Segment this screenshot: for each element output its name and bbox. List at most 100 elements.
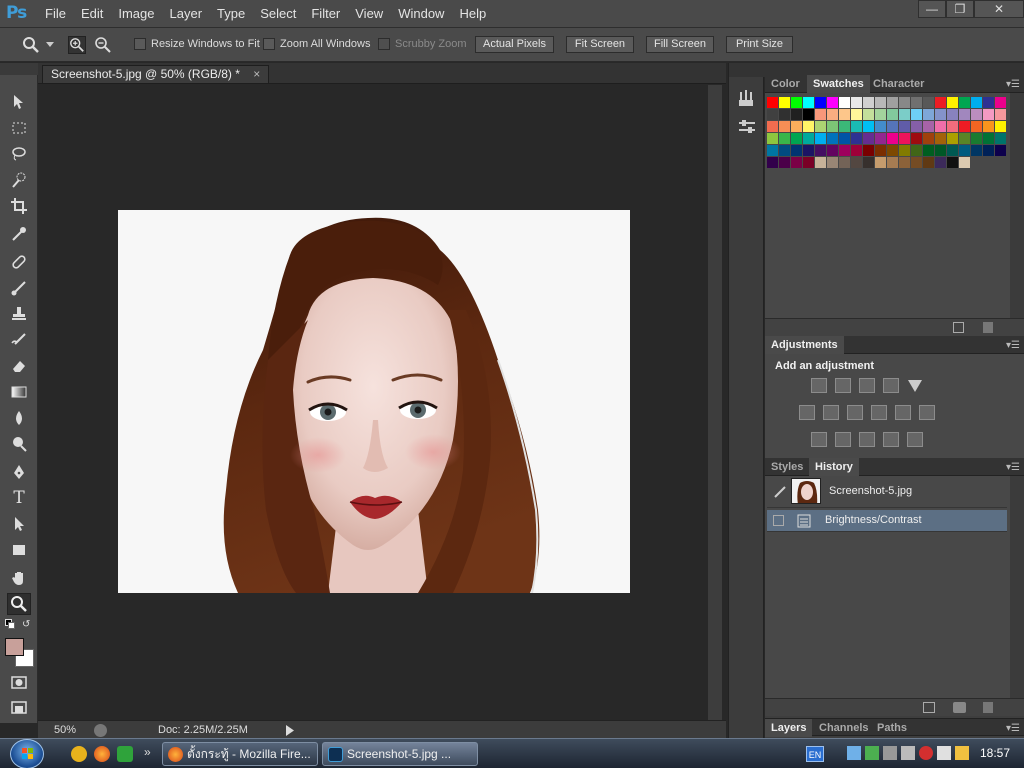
color-swatch[interactable] (911, 97, 922, 108)
threshold-icon[interactable] (859, 432, 875, 447)
color-swatch[interactable] (983, 97, 994, 108)
tool-presets-icon[interactable] (737, 117, 757, 137)
hue-saturation-icon[interactable] (799, 405, 815, 420)
color-swatch[interactable] (983, 121, 994, 132)
zoom-all-checkbox[interactable]: Zoom All Windows (263, 38, 370, 50)
color-swatch[interactable] (899, 97, 910, 108)
chat-app-icon[interactable] (117, 746, 133, 762)
vibrance-icon[interactable] (907, 378, 923, 393)
system-clock[interactable]: 18:57 (980, 746, 1010, 760)
brightness-contrast-icon[interactable] (811, 378, 827, 393)
color-swatch[interactable] (767, 121, 778, 132)
color-swatch[interactable] (935, 121, 946, 132)
color-swatch[interactable] (983, 109, 994, 120)
tray-app-icon[interactable] (883, 746, 897, 760)
color-swatch[interactable] (971, 109, 982, 120)
color-swatch[interactable] (803, 133, 814, 144)
color-swatch[interactable] (851, 97, 862, 108)
color-swatch[interactable] (863, 157, 874, 168)
new-swatch-icon[interactable] (953, 322, 964, 333)
color-swatch[interactable] (935, 145, 946, 156)
lasso-tool-icon[interactable] (7, 143, 31, 165)
fill-screen-button[interactable]: Fill Screen (646, 36, 714, 53)
move-tool-icon[interactable] (7, 91, 31, 113)
swap-colors-icon[interactable]: ↺ (22, 619, 30, 630)
dock-header[interactable] (729, 63, 765, 77)
color-swatch[interactable] (839, 157, 850, 168)
black-white-icon[interactable] (847, 405, 863, 420)
history-step-row[interactable]: Brightness/Contrast (767, 510, 1007, 532)
color-swatch[interactable] (851, 145, 862, 156)
selective-color-icon[interactable] (883, 432, 899, 447)
color-swatch[interactable] (995, 133, 1006, 144)
toolbox-header[interactable] (0, 63, 38, 75)
color-swatch[interactable] (827, 145, 838, 156)
color-swatch[interactable] (767, 133, 778, 144)
color-swatch[interactable] (767, 145, 778, 156)
color-swatch[interactable] (911, 121, 922, 132)
color-swatch[interactable] (983, 145, 994, 156)
color-swatch[interactable] (839, 133, 850, 144)
menu-window[interactable]: Window (398, 6, 444, 21)
close-tab-icon[interactable]: × (253, 67, 260, 81)
fit-screen-button[interactable]: Fit Screen (566, 36, 634, 53)
panel-menu-icon[interactable]: ▾☰ (1006, 723, 1020, 734)
posterize-icon[interactable] (835, 432, 851, 447)
color-swatch[interactable] (923, 121, 934, 132)
checkbox-box[interactable] (263, 38, 275, 50)
color-swatch[interactable] (995, 145, 1006, 156)
quick-mask-icon[interactable] (7, 671, 31, 693)
avast-icon[interactable] (71, 746, 87, 762)
color-swatch[interactable] (803, 109, 814, 120)
color-swatch[interactable] (803, 97, 814, 108)
color-swatch[interactable] (887, 157, 898, 168)
healing-brush-tool-icon[interactable] (7, 251, 31, 273)
tray-app-icon[interactable] (919, 746, 933, 760)
color-swatch[interactable] (971, 133, 982, 144)
image-canvas[interactable] (118, 210, 630, 593)
panel-menu-icon[interactable]: ▾☰ (1006, 340, 1020, 351)
menu-type[interactable]: Type (217, 6, 245, 21)
color-swatch[interactable] (779, 109, 790, 120)
menu-layer[interactable]: Layer (170, 6, 203, 21)
color-swatch[interactable] (875, 145, 886, 156)
color-swatch[interactable] (947, 121, 958, 132)
crop-tool-icon[interactable] (7, 195, 31, 217)
tab-paths[interactable]: Paths (871, 719, 913, 737)
foreground-color-swatch[interactable] (5, 638, 24, 656)
color-swatch[interactable] (899, 109, 910, 120)
color-swatch[interactable] (827, 121, 838, 132)
color-swatch[interactable] (851, 109, 862, 120)
menu-edit[interactable]: Edit (81, 6, 103, 21)
color-swatch[interactable] (947, 145, 958, 156)
minimize-button[interactable]: — (918, 0, 946, 18)
checkbox-box[interactable] (134, 38, 146, 50)
tab-styles[interactable]: Styles (765, 458, 809, 476)
panel-menu-icon[interactable]: ▾☰ (1006, 462, 1020, 473)
print-size-button[interactable]: Print Size (726, 36, 793, 53)
color-swatch[interactable] (851, 157, 862, 168)
network-icon[interactable] (847, 746, 861, 760)
history-state-checkbox[interactable] (773, 515, 784, 526)
menu-help[interactable]: Help (459, 6, 486, 21)
color-swatch[interactable] (899, 157, 910, 168)
document-tab[interactable]: Screenshot-5.jpg @ 50% (RGB/8) * × (42, 65, 270, 83)
exposure-icon[interactable] (883, 378, 899, 393)
color-swatch[interactable] (887, 121, 898, 132)
volume-icon[interactable] (937, 746, 951, 760)
color-swatch[interactable] (779, 157, 790, 168)
color-swatch[interactable] (935, 157, 946, 168)
color-swatch[interactable] (995, 97, 1006, 108)
type-tool-icon[interactable]: T (7, 487, 31, 509)
color-swatch[interactable] (887, 145, 898, 156)
color-swatch[interactable] (803, 157, 814, 168)
color-swatch[interactable] (875, 133, 886, 144)
tray-app-icon[interactable] (955, 746, 969, 760)
tab-layers[interactable]: Layers (765, 719, 813, 737)
blur-tool-icon[interactable] (7, 407, 31, 429)
color-swatch[interactable] (959, 109, 970, 120)
curves-icon[interactable] (859, 378, 875, 393)
marquee-tool-icon[interactable] (7, 117, 31, 139)
menu-view[interactable]: View (355, 6, 383, 21)
camera-icon[interactable] (953, 702, 966, 713)
